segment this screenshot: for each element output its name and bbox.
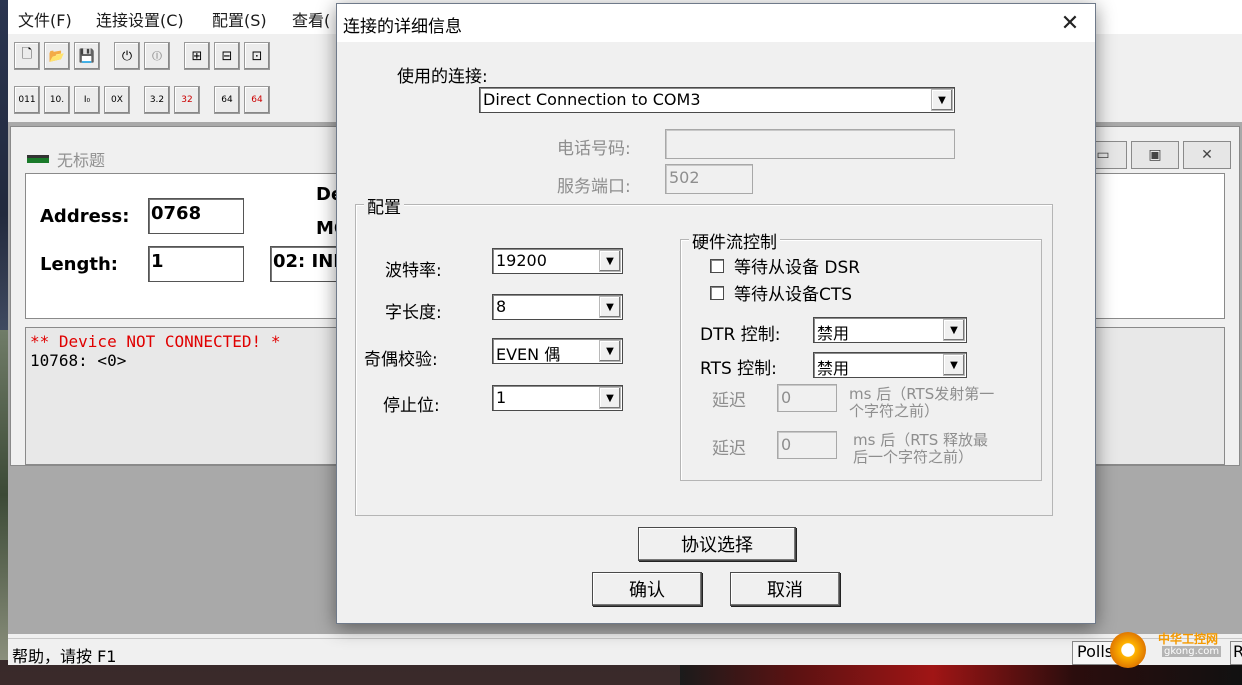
dialog-title-bar: 连接的详细信息 ✕ — [337, 4, 1095, 42]
word-length-label: 字长度: — [385, 303, 442, 323]
new-file-icon[interactable]: 🗋 — [14, 42, 40, 70]
cancel-button[interactable]: 取消 — [730, 572, 840, 606]
stop-bits-label: 停止位: — [383, 396, 440, 416]
close-icon[interactable]: ✕ — [1045, 4, 1095, 42]
decimal-format-icon[interactable]: 10. — [44, 86, 70, 114]
menu-config[interactable]: 配置(S) — [212, 7, 267, 31]
watermark-cn: 中华工控网 — [1158, 632, 1219, 646]
restore-icon[interactable]: ▣ — [1131, 141, 1179, 169]
float-format-icon[interactable]: 3.2 — [144, 86, 170, 114]
disconnect-icon[interactable]: ⏼ — [144, 42, 170, 70]
chevron-down-icon[interactable]: ▼ — [599, 340, 621, 362]
chevron-down-icon[interactable]: ▼ — [943, 354, 965, 376]
display-icon[interactable]: ⊡ — [244, 42, 270, 70]
status-help-text: 帮助，请按 F1 — [12, 647, 117, 666]
parity-value: EVEN 偶 — [496, 345, 561, 364]
double-format-icon[interactable]: 64 — [214, 86, 240, 114]
dtr-control-label: DTR 控制: — [700, 325, 781, 345]
connection-label: 使用的连接: — [397, 67, 488, 87]
hardware-flow-group: 硬件流控制 等待从设备 DSR 等待从设备CTS DTR 控制: 禁用 ▼ RT… — [680, 228, 1042, 481]
wait-cts-label: 等待从设备CTS — [734, 285, 853, 305]
connection-select-value: Direct Connection to COM3 — [483, 90, 701, 109]
child-title: 无标题 — [57, 151, 106, 170]
checkbox-icon[interactable] — [710, 258, 724, 273]
integer-format-icon[interactable]: I₀ — [74, 86, 100, 114]
baud-rate-value: 19200 — [496, 251, 547, 270]
address-field[interactable]: 0768 — [148, 198, 244, 234]
hex-format-icon[interactable]: 0X — [104, 86, 130, 114]
rts-control-value: 禁用 — [817, 359, 850, 378]
word-length-value: 8 — [496, 297, 507, 316]
wait-dsr-label: 等待从设备 DSR — [734, 258, 861, 278]
menu-file[interactable]: 文件(F) — [18, 7, 72, 31]
child-window-controls: ▭ ▣ ✕ — [1079, 141, 1231, 169]
chevron-down-icon[interactable]: ▼ — [931, 89, 953, 111]
close-child-icon[interactable]: ✕ — [1183, 141, 1231, 169]
connect-icon[interactable]: ⏻ — [114, 42, 140, 70]
baud-rate-select[interactable]: 19200 ▼ — [492, 248, 623, 274]
poll-definition-icon[interactable]: ⊟ — [214, 42, 240, 70]
gear-logo-icon — [1110, 632, 1146, 668]
chevron-down-icon[interactable]: ▼ — [599, 296, 621, 318]
toolbar-main: 🗋 📂 💾 ⏻ ⏼ ⊞ ⊟ ⊡ — [8, 36, 270, 76]
delay1-label: 延迟 — [712, 391, 746, 411]
save-icon[interactable]: 💾 — [74, 42, 100, 70]
phone-number-field[interactable] — [665, 129, 955, 159]
rts-control-label: RTS 控制: — [700, 359, 777, 379]
delay2-label: 延迟 — [712, 439, 746, 459]
parity-label: 奇偶校验: — [364, 350, 438, 370]
port-label: 服务端口: — [557, 177, 631, 197]
watermark-logo: 中华工控网 gkong.com — [1110, 630, 1240, 670]
float-swapped-format-icon[interactable]: 32 — [174, 86, 200, 114]
chevron-down-icon[interactable]: ▼ — [599, 250, 621, 272]
length-field[interactable]: 1 — [148, 246, 244, 282]
window-icon — [27, 155, 49, 163]
length-label: Length: — [40, 254, 118, 275]
config-group: 配置 波特率: 19200 ▼ 字长度: 8 ▼ 奇偶校验: EVEN 偶 ▼ … — [355, 193, 1053, 516]
dialog-title: 连接的详细信息 — [343, 17, 462, 37]
delay2-desc-line1: ms 后（RTS 释放最 — [853, 431, 988, 449]
rts-control-select[interactable]: 禁用 ▼ — [813, 352, 967, 378]
status-bar: 帮助，请按 F1 Polls: 0 R — [8, 638, 1242, 666]
menu-connection-settings[interactable]: 连接设置(C) — [96, 7, 184, 31]
connection-details-dialog: 连接的详细信息 ✕ 使用的连接: Direct Connection to CO… — [336, 3, 1096, 624]
delay1-desc-line2: 个字符之前） — [849, 402, 940, 420]
connection-select[interactable]: Direct Connection to COM3 ▼ — [479, 87, 955, 113]
delay2-description: ms 后（RTS 释放最 后一个字符之前） — [853, 432, 988, 466]
delay2-field[interactable]: 0 — [777, 431, 837, 459]
delay1-desc-line1: ms 后（RTS发射第一 — [849, 385, 995, 403]
wait-cts-checkbox[interactable]: 等待从设备CTS — [710, 280, 852, 305]
stop-bits-select[interactable]: 1 ▼ — [492, 385, 623, 411]
menu-view[interactable]: 查看( — [292, 7, 330, 31]
dtr-control-value: 禁用 — [817, 324, 850, 343]
hardware-flow-title: 硬件流控制 — [689, 228, 780, 253]
checkbox-icon[interactable] — [710, 285, 724, 300]
delay1-description: ms 后（RTS发射第一 个字符之前） — [849, 386, 994, 420]
chevron-down-icon[interactable]: ▼ — [599, 387, 621, 409]
config-group-title: 配置 — [364, 193, 404, 218]
delay2-desc-line2: 后一个字符之前） — [853, 448, 974, 466]
ok-button[interactable]: 确认 — [592, 572, 702, 606]
toolbar-display-format: 011 10. I₀ 0X 3.2 32 64 64 — [8, 80, 270, 120]
double-swapped-format-icon[interactable]: 64 — [244, 86, 270, 114]
stop-bits-value: 1 — [496, 388, 507, 407]
open-folder-icon[interactable]: 📂 — [44, 42, 70, 70]
wait-dsr-checkbox[interactable]: 等待从设备 DSR — [710, 253, 860, 278]
watermark-url: gkong.com — [1162, 646, 1222, 657]
dtr-control-select[interactable]: 禁用 ▼ — [813, 317, 967, 343]
baud-rate-label: 波特率: — [385, 261, 442, 281]
binary-format-icon[interactable]: 011 — [14, 86, 40, 114]
address-label: Address: — [40, 206, 130, 227]
service-port-field[interactable]: 502 — [665, 164, 753, 194]
phone-label: 电话号码: — [557, 139, 631, 159]
parity-select[interactable]: EVEN 偶 ▼ — [492, 338, 623, 364]
chevron-down-icon[interactable]: ▼ — [943, 319, 965, 341]
protocol-select-button[interactable]: 协议选择 — [638, 527, 796, 561]
read-write-icon[interactable]: ⊞ — [184, 42, 210, 70]
word-length-select[interactable]: 8 ▼ — [492, 294, 623, 320]
delay1-field[interactable]: 0 — [777, 384, 837, 412]
